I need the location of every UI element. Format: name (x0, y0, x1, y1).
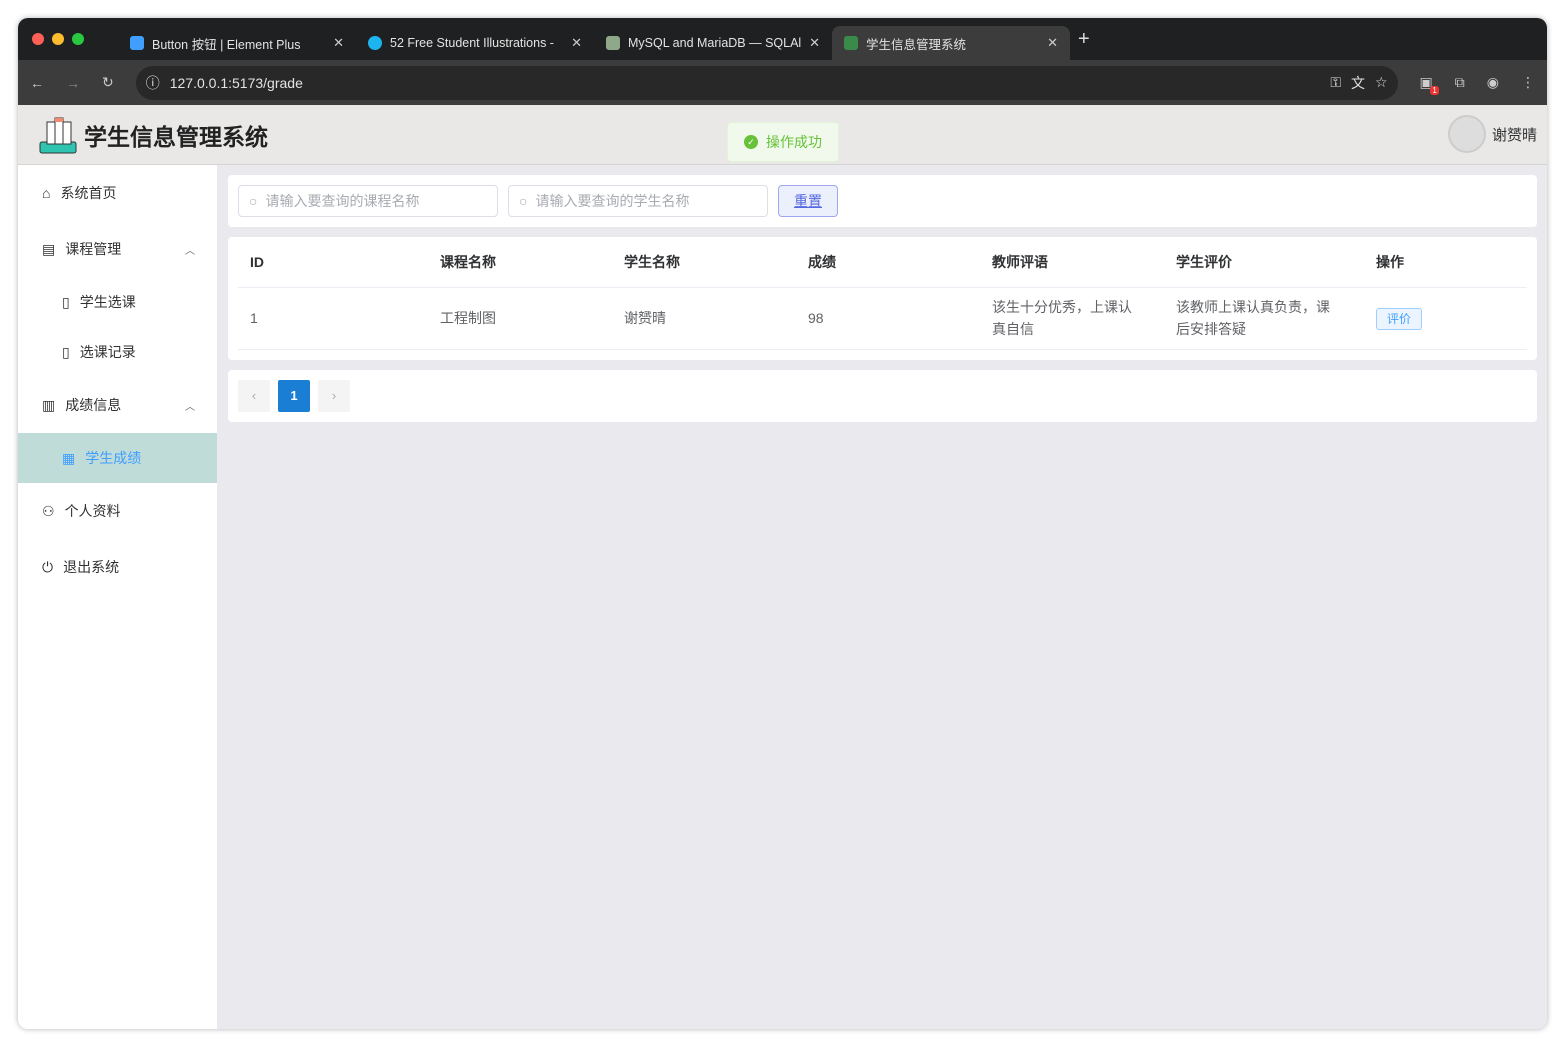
app-title: 学生信息管理系统 (84, 123, 268, 150)
sidebar-item-logout[interactable]: ⏻ 退出系统 (18, 539, 217, 595)
window-controls (18, 33, 118, 45)
search-icon: ○ (519, 193, 528, 209)
user-menu[interactable]: 谢赟晴 (1447, 115, 1537, 153)
favicon-icon (606, 36, 620, 50)
sidebar-item-home[interactable]: ⌂ 系统首页 (18, 165, 217, 221)
logo-icon (39, 117, 77, 153)
pagination: ‹ 1 › (228, 369, 1537, 422)
close-window-button[interactable] (32, 33, 44, 45)
course-search-input[interactable]: ○ 请输入要查询的课程名称 (238, 185, 498, 217)
extension-icon[interactable]: ▣ 1 (1420, 74, 1439, 95)
profile-icon[interactable]: ◉ (1487, 74, 1499, 91)
notebook-icon: ▤ (42, 240, 56, 257)
new-tab-icon[interactable]: + (1078, 28, 1090, 51)
url-input[interactable]: ⓘ 127.0.0.1:5173/grade ⚿ 文 ☆ (135, 65, 1398, 100)
browser-tab-active[interactable]: 学生信息管理系统 ✕ (832, 26, 1070, 60)
next-page-button[interactable]: › (318, 379, 350, 412)
reload-icon[interactable]: ↻ (102, 74, 114, 91)
tickets-icon: ▦ (62, 449, 76, 466)
app-header: 学生信息管理系统 ✓ 操作成功 谢赟晴 (18, 105, 1547, 165)
chevron-up-icon: ︿ (185, 401, 195, 413)
close-tab-icon[interactable]: ✕ (571, 35, 582, 51)
close-tab-icon[interactable]: ✕ (333, 35, 344, 51)
favicon-icon (844, 36, 858, 50)
chevron-up-icon: ︿ (185, 245, 195, 257)
sidebar-item-student-grades[interactable]: ▦ 学生成绩 (18, 433, 217, 483)
check-circle-icon: ✓ (744, 135, 758, 149)
forward-icon[interactable]: → (66, 75, 80, 91)
table-header: ID 课程名称 学生名称 成绩 教师评语 学生评价 操作 (238, 237, 1527, 288)
sidebar-item-profile[interactable]: ⚇ 个人资料 (18, 483, 217, 539)
menu-icon[interactable]: ⋮ (1521, 74, 1535, 91)
sidebar-item-selection-records[interactable]: ▯ 选课记录 (18, 327, 217, 377)
puzzle-icon[interactable]: ⧉ (1455, 74, 1465, 91)
grades-table-card: ID 课程名称 学生名称 成绩 教师评语 学生评价 操作 1 工程制图 谢赟晴 … (228, 237, 1537, 360)
collection-icon: ▥ (42, 396, 56, 413)
tab-bar: Button 按钮 | Element Plus ✕ 52 Free Studen… (18, 18, 1547, 60)
star-icon[interactable]: ☆ (1375, 74, 1388, 91)
browser-window: Button 按钮 | Element Plus ✕ 52 Free Studen… (18, 18, 1547, 1029)
page-1-button[interactable]: 1 (278, 379, 310, 412)
address-bar-row: ← → ↻ ⓘ 127.0.0.1:5173/grade ⚿ 文 ☆ ▣ 1 ⧉ ◉ ⋮ (18, 60, 1547, 105)
avatar (1447, 115, 1486, 153)
user-icon: ⚇ (42, 502, 55, 519)
document-icon: ▯ (62, 293, 70, 310)
sidebar-item-course-management[interactable]: ▤ 课程管理 ︿ (18, 221, 217, 277)
close-tab-icon[interactable]: ✕ (809, 35, 820, 51)
back-icon[interactable]: ← (30, 75, 44, 91)
key-icon[interactable]: ⚿ (1330, 74, 1341, 91)
browser-tab[interactable]: Button 按钮 | Element Plus ✕ (118, 26, 356, 60)
sidebar: ⌂ 系统首页 ▤ 课程管理 ︿ ▯ 学生选课 ▯ 选课记录 ▥ 成绩信息 ︿ ▦ 学生成绩 ⚇ 个… (18, 165, 217, 1029)
search-bar: ○ 请输入要查询的课程名称 ○ 请输入要查询的学生名称 重置 (228, 175, 1537, 227)
sidebar-item-course-selection[interactable]: ▯ 学生选课 (18, 277, 217, 327)
favicon-icon (130, 36, 144, 50)
info-icon: ⓘ (145, 74, 160, 91)
search-icon: ○ (249, 193, 258, 209)
minimize-window-button[interactable] (52, 33, 64, 45)
favicon-icon (368, 36, 382, 50)
main-content: ○ 请输入要查询的课程名称 ○ 请输入要查询的学生名称 重置 ID 课程名称 学生名… (228, 175, 1537, 432)
maximize-window-button[interactable] (72, 33, 84, 45)
document-icon: ▯ (62, 343, 70, 360)
success-toast: ✓ 操作成功 (727, 122, 839, 162)
rate-button[interactable]: 评价 (1376, 307, 1423, 330)
reset-button[interactable]: 重置 (778, 185, 838, 217)
translate-icon[interactable]: 文 (1351, 73, 1365, 93)
prev-page-button[interactable]: ‹ (238, 379, 270, 412)
home-icon: ⌂ (42, 185, 51, 201)
grades-table: ID 课程名称 学生名称 成绩 教师评语 学生评价 操作 1 工程制图 谢赟晴 … (238, 237, 1527, 350)
close-tab-icon[interactable]: ✕ (1047, 35, 1058, 51)
browser-tab[interactable]: MySQL and MariaDB — SQLAlchemy✕ (594, 26, 832, 60)
browser-tab[interactable]: 52 Free Student Illustrations - ✕ (356, 26, 594, 60)
sidebar-item-grade-info[interactable]: ▥ 成绩信息 ︿ (18, 377, 217, 433)
power-icon: ⏻ (42, 558, 54, 575)
student-search-input[interactable]: ○ 请输入要查询的学生名称 (508, 185, 768, 217)
table-row: 1 工程制图 谢赟晴 98 该生十分优秀，上课认真自信 该教师上课认真负责，课后… (238, 287, 1527, 350)
